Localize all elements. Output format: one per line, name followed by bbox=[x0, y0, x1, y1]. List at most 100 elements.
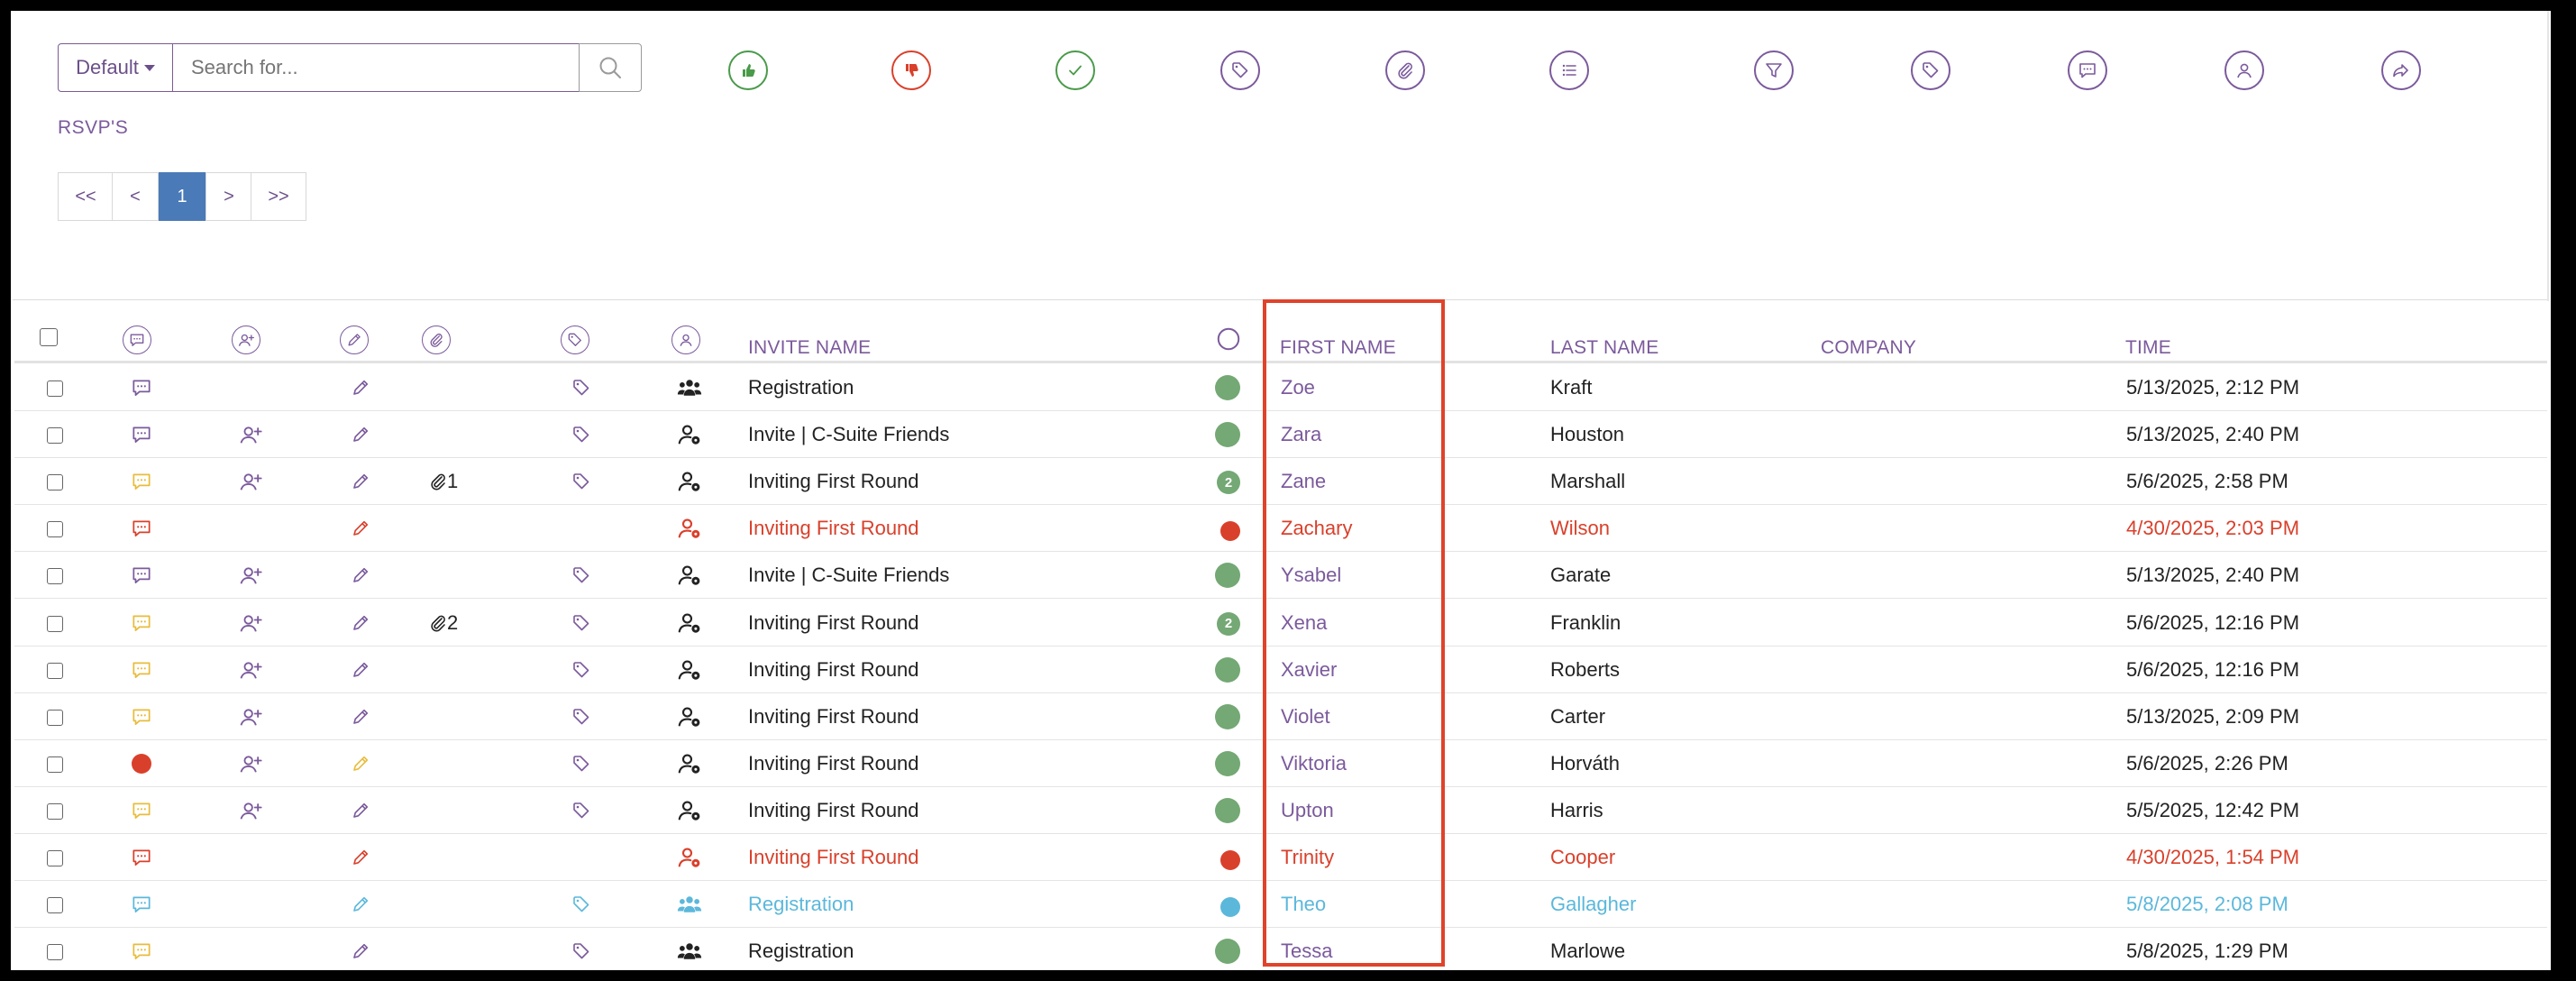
user-cog-icon[interactable] bbox=[676, 610, 703, 637]
view-default-dropdown[interactable]: Default bbox=[58, 43, 173, 92]
first-name-cell[interactable]: Xena bbox=[1281, 611, 1327, 635]
pencil-icon[interactable] bbox=[350, 706, 371, 728]
header-paperclip-icon[interactable] bbox=[422, 325, 451, 354]
pencil-icon[interactable] bbox=[350, 753, 371, 775]
pencil-icon[interactable] bbox=[350, 564, 371, 586]
comment-icon[interactable] bbox=[130, 423, 153, 446]
add-user-icon[interactable] bbox=[238, 657, 263, 683]
comment-icon[interactable] bbox=[130, 564, 153, 587]
tag-icon[interactable] bbox=[571, 894, 592, 915]
tag-icon[interactable] bbox=[571, 753, 592, 775]
group-icon[interactable] bbox=[676, 374, 703, 401]
toolbar-filter-button[interactable] bbox=[1754, 50, 1794, 90]
row-checkbox[interactable] bbox=[47, 615, 63, 632]
pencil-icon[interactable] bbox=[350, 847, 371, 868]
tag-icon[interactable] bbox=[571, 940, 592, 962]
pager-current-page[interactable]: 1 bbox=[159, 172, 206, 221]
comment-icon[interactable] bbox=[130, 893, 153, 916]
table-row[interactable]: Inviting First Round Trinity Cooper 4/30/20… bbox=[14, 834, 2547, 881]
row-checkbox[interactable] bbox=[47, 662, 63, 679]
invite-name-cell[interactable]: Inviting First Round bbox=[748, 705, 919, 729]
comment-icon[interactable] bbox=[130, 799, 153, 822]
comment-icon[interactable] bbox=[130, 658, 153, 682]
toolbar-tag-button[interactable] bbox=[1220, 50, 1260, 90]
invite-name-cell[interactable]: Inviting First Round bbox=[748, 658, 919, 682]
toolbar-list-button[interactable] bbox=[1549, 50, 1589, 90]
row-checkbox[interactable] bbox=[47, 568, 63, 585]
pencil-icon[interactable] bbox=[350, 940, 371, 962]
first-name-cell[interactable]: Xavier bbox=[1281, 658, 1337, 682]
user-cog-icon[interactable] bbox=[676, 562, 703, 589]
comment-icon[interactable] bbox=[130, 611, 153, 635]
pencil-icon[interactable] bbox=[350, 659, 371, 681]
column-header-last-name[interactable]: LAST NAME bbox=[1550, 337, 1658, 359]
pager-first-button[interactable]: << bbox=[58, 172, 114, 221]
row-checkbox[interactable] bbox=[47, 709, 63, 726]
tag-icon[interactable] bbox=[571, 564, 592, 586]
header-add-user-icon[interactable] bbox=[232, 325, 260, 354]
row-checkbox[interactable] bbox=[47, 850, 63, 866]
invite-name-cell[interactable]: Registration bbox=[748, 893, 854, 916]
header-comment-icon[interactable] bbox=[123, 325, 151, 354]
first-name-cell[interactable]: Theo bbox=[1281, 893, 1326, 916]
column-header-company[interactable]: COMPANY bbox=[1821, 337, 1916, 359]
first-name-cell[interactable]: Zane bbox=[1281, 470, 1326, 493]
toolbar-check-button[interactable] bbox=[1055, 50, 1095, 90]
toolbar-comment-button[interactable] bbox=[2068, 50, 2107, 90]
first-name-cell[interactable]: Violet bbox=[1281, 705, 1330, 729]
user-cog-icon[interactable] bbox=[676, 421, 703, 448]
user-cog-icon[interactable] bbox=[676, 703, 703, 730]
toolbar-share-button[interactable] bbox=[2381, 50, 2421, 90]
tag-icon[interactable] bbox=[571, 471, 592, 492]
row-checkbox[interactable] bbox=[47, 521, 63, 538]
column-header-invite-name[interactable]: INVITE NAME bbox=[748, 337, 871, 359]
comment-icon[interactable] bbox=[130, 846, 153, 869]
add-user-icon[interactable] bbox=[238, 704, 263, 729]
tag-icon[interactable] bbox=[571, 612, 592, 634]
toolbar-thumbs-up-button[interactable] bbox=[728, 50, 768, 90]
invite-name-cell[interactable]: Registration bbox=[748, 376, 854, 399]
table-row[interactable]: Inviting First Round Viktoria Horváth 5/6/2… bbox=[14, 740, 2547, 787]
table-row[interactable]: Registration Zoe Kraft 5/13/2025, 2:12 PM bbox=[14, 364, 2547, 411]
row-checkbox[interactable] bbox=[47, 897, 63, 914]
row-checkbox[interactable] bbox=[47, 427, 63, 445]
tag-icon[interactable] bbox=[571, 659, 592, 681]
user-cog-icon[interactable] bbox=[676, 750, 703, 777]
select-all-checkbox[interactable] bbox=[40, 328, 58, 346]
toolbar-user-button[interactable] bbox=[2224, 50, 2264, 90]
invite-name-cell[interactable]: Inviting First Round bbox=[748, 470, 919, 493]
user-cog-icon[interactable] bbox=[676, 515, 703, 542]
comment-icon[interactable] bbox=[130, 940, 153, 963]
add-user-icon[interactable] bbox=[238, 751, 263, 776]
table-row[interactable]: 2 Inviting First Round 2 Xena Franklin 5/6/20… bbox=[14, 600, 2547, 646]
first-name-cell[interactable]: Ysabel bbox=[1281, 564, 1341, 587]
header-user-icon[interactable] bbox=[671, 325, 700, 354]
paperclip-icon[interactable]: 2 bbox=[427, 611, 458, 635]
table-row[interactable]: Inviting First Round Violet Carter 5/13/202… bbox=[14, 693, 2547, 740]
invite-name-cell[interactable]: Inviting First Round bbox=[748, 752, 919, 775]
add-user-icon[interactable] bbox=[238, 469, 263, 494]
pencil-icon[interactable] bbox=[350, 471, 371, 492]
table-row[interactable]: Inviting First Round Xavier Roberts 5/6/202… bbox=[14, 646, 2547, 693]
table-row[interactable]: Inviting First Round Upton Harris 5/5/2025,… bbox=[14, 787, 2547, 834]
pager-last-button[interactable]: >> bbox=[251, 172, 306, 221]
tag-icon[interactable] bbox=[571, 424, 592, 445]
search-button[interactable] bbox=[579, 43, 642, 92]
add-user-icon[interactable] bbox=[238, 610, 263, 636]
pencil-icon[interactable] bbox=[350, 800, 371, 821]
comment-icon[interactable] bbox=[130, 470, 153, 493]
pencil-icon[interactable] bbox=[350, 424, 371, 445]
table-row[interactable]: Inviting First Round Zachary Wilson 4/30/20… bbox=[14, 505, 2547, 553]
comment-icon[interactable] bbox=[130, 705, 153, 729]
invite-name-cell[interactable]: Inviting First Round bbox=[748, 846, 919, 869]
first-name-cell[interactable]: Zachary bbox=[1281, 517, 1352, 540]
group-icon[interactable] bbox=[676, 938, 703, 965]
table-row[interactable]: Registration Theo Gallagher 5/8/2025, 2:08 … bbox=[14, 881, 2547, 929]
table-row[interactable]: 1 Inviting First Round 2 Zane Marshall 5/6/20… bbox=[14, 458, 2547, 506]
group-icon[interactable] bbox=[676, 891, 703, 918]
first-name-cell[interactable]: Zara bbox=[1281, 423, 1321, 446]
pencil-icon[interactable] bbox=[350, 377, 371, 399]
comment-icon[interactable] bbox=[132, 753, 151, 774]
add-user-icon[interactable] bbox=[238, 422, 263, 447]
invite-name-cell[interactable]: Registration bbox=[748, 940, 854, 963]
